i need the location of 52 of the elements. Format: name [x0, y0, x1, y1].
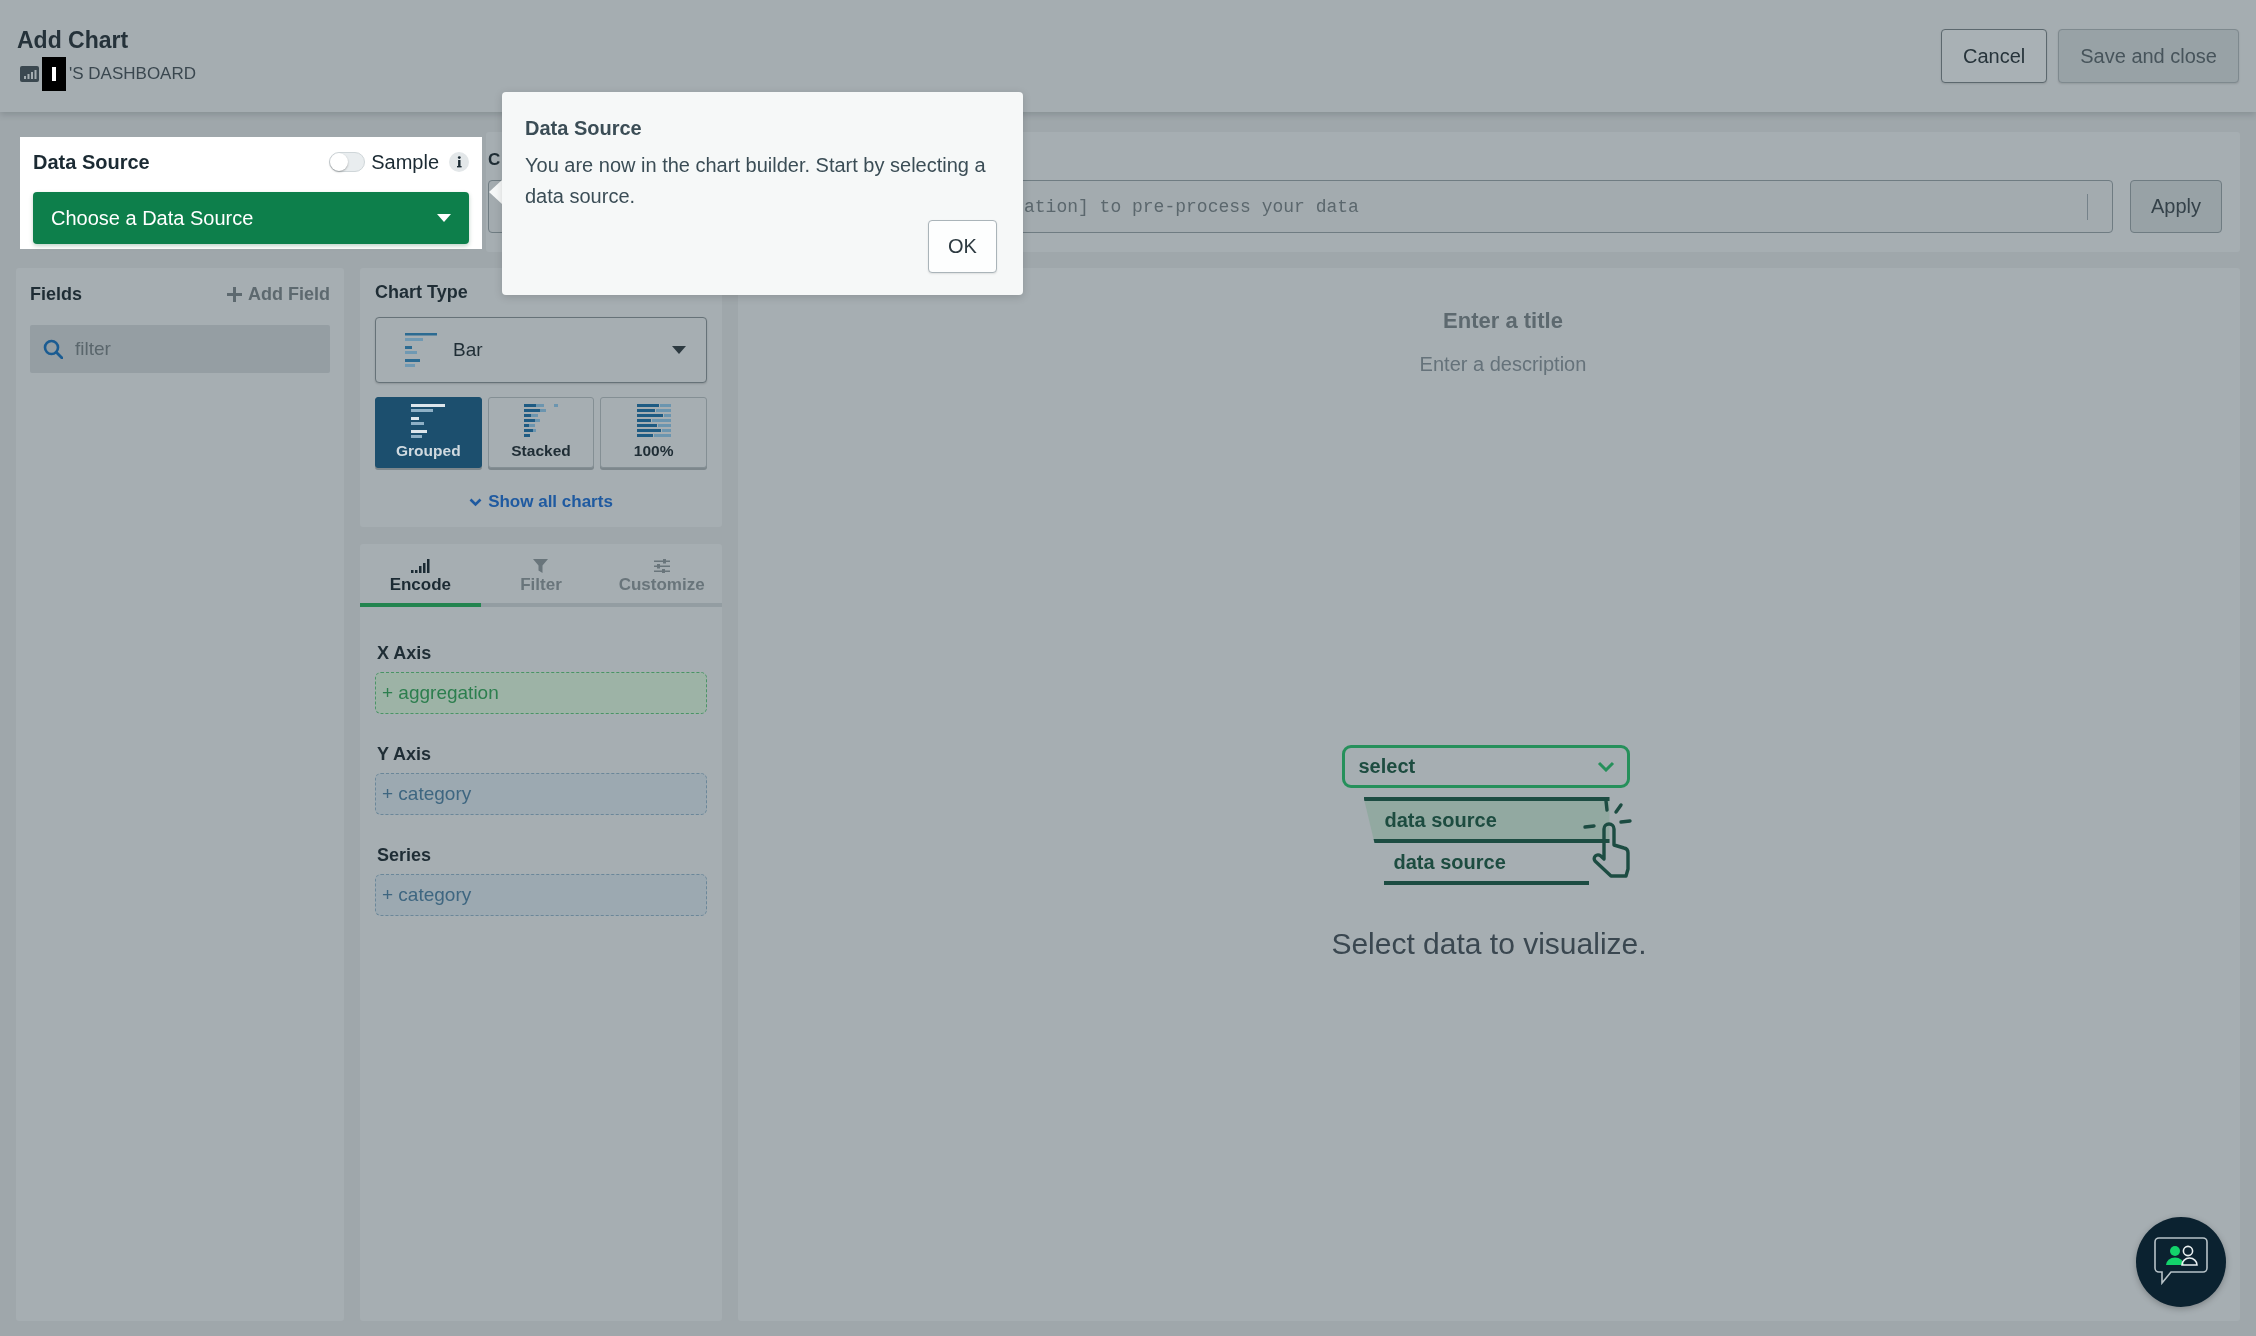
- drop-zone[interactable]: + category: [375, 874, 707, 916]
- apply-button[interactable]: Apply: [2130, 180, 2222, 233]
- ok-button[interactable]: OK: [928, 220, 997, 273]
- show-all-charts-link[interactable]: Show all charts: [469, 490, 613, 514]
- page-title: Add Chart: [17, 26, 130, 55]
- search-icon: [43, 339, 63, 359]
- encoding-tab[interactable]: Filter: [480, 554, 602, 607]
- dashboard-icon: [20, 66, 39, 82]
- sample-toggle[interactable]: [329, 152, 366, 172]
- filter-field[interactable]: filter: [30, 325, 330, 373]
- chart-variant-button[interactable]: Stacked: [487, 397, 595, 468]
- channel-label: Y Axis: [376, 743, 433, 766]
- percent-bars-icon: [636, 404, 671, 438]
- info-icon: [449, 152, 469, 172]
- chart-variant-button[interactable]: 100%: [600, 397, 707, 468]
- drop-zone[interactable]: + category: [375, 773, 707, 815]
- caret-icon: [437, 214, 451, 222]
- channel-label: Series: [376, 844, 433, 867]
- panel-title: Fields: [30, 283, 82, 305]
- bar-chart-icon: [405, 333, 437, 367]
- sliders-icon: [653, 559, 670, 573]
- query-label: C: [488, 149, 502, 171]
- encoding-tab[interactable]: Customize: [601, 554, 722, 607]
- drop-zone[interactable]: + aggregation: [375, 672, 707, 714]
- popover-title: Data Source: [525, 116, 643, 140]
- option-label: data source: [1384, 808, 1497, 832]
- caret-icon: [672, 346, 686, 354]
- title-placeholder[interactable]: Enter a title: [1443, 308, 1563, 334]
- sample-label: Sample: [371, 150, 439, 174]
- select-label: select: [1358, 755, 1416, 778]
- redaction-block: [42, 57, 66, 91]
- panel-title: Chart Type: [375, 281, 469, 304]
- funnel-icon: [533, 559, 549, 573]
- chevron-icon: [469, 497, 483, 507]
- stacked-bars-icon: [524, 404, 558, 438]
- chevron-icon: [1596, 761, 1615, 772]
- chat-people-icon: [2153, 1236, 2209, 1288]
- panel-title: Data Source: [33, 150, 150, 174]
- add-field-button[interactable]: Add Field: [227, 283, 330, 305]
- data-source-dropdown[interactable]: Choose a Data Source: [33, 192, 469, 244]
- cancel-button[interactable]: Cancel: [1940, 29, 2048, 83]
- signal-bars-icon: [410, 559, 430, 573]
- dashboard-name: 'S DASHBOARD: [69, 64, 196, 84]
- empty-state-message: Select data to visualize.: [1331, 926, 1647, 962]
- description-placeholder[interactable]: Enter a description: [1419, 352, 1587, 376]
- chart-type-dropdown[interactable]: Bar: [375, 317, 707, 383]
- chart-variant-button[interactable]: Grouped: [375, 397, 482, 468]
- channel-label: X Axis: [376, 642, 433, 665]
- encoding-tab[interactable]: Encode: [360, 554, 481, 607]
- grouped-bars-icon: [411, 404, 446, 438]
- option-label: data source: [1393, 850, 1506, 874]
- plus-icon: [227, 286, 242, 302]
